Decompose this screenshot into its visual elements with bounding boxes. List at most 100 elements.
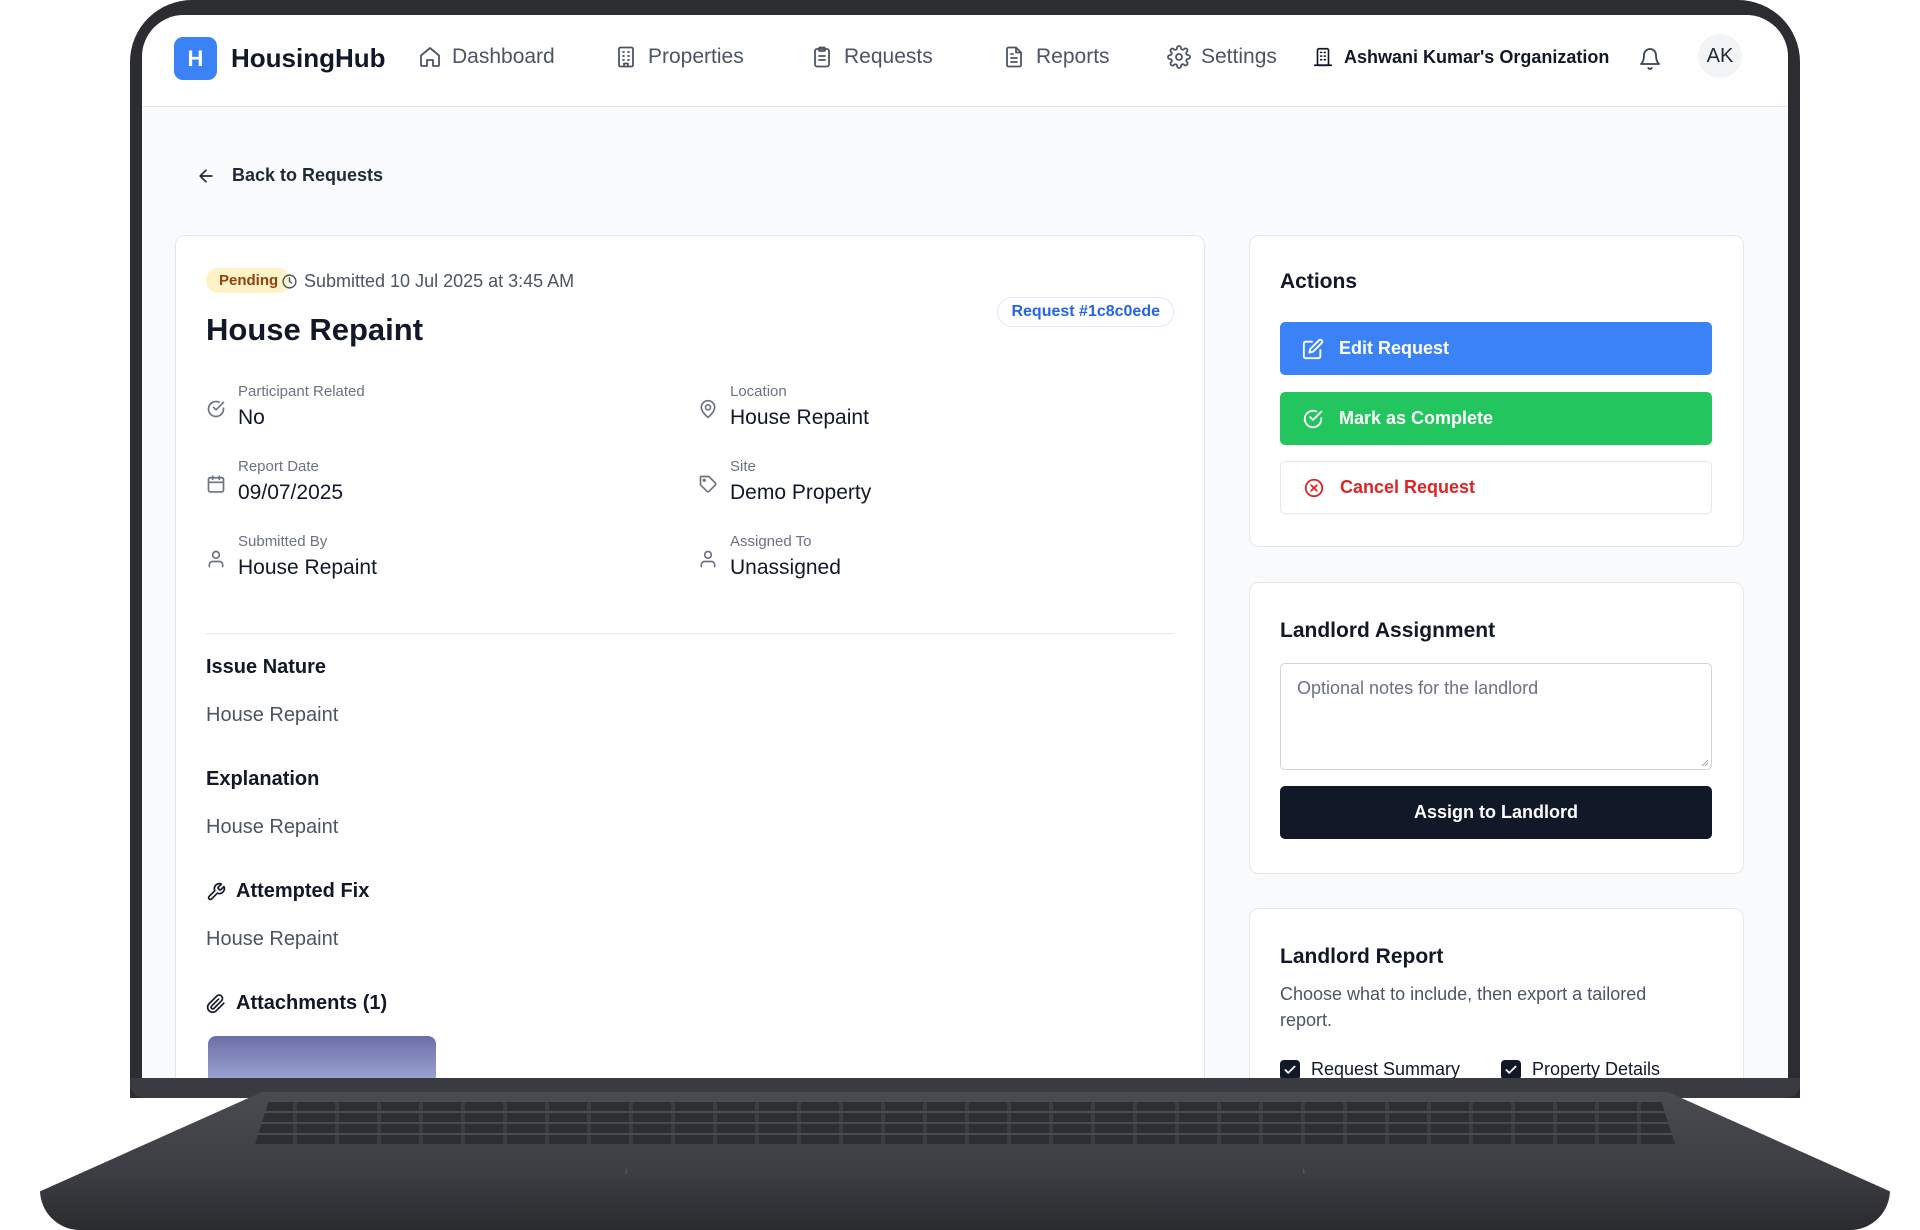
- landlord-report-title: Landlord Report: [1280, 945, 1444, 968]
- map-pin-icon: [700, 399, 716, 419]
- field-label: Participant Related: [238, 383, 365, 400]
- property-details-checkbox[interactable]: Property Details: [1501, 1059, 1660, 1078]
- field-label: Report Date: [238, 458, 319, 475]
- attempted-fix-text: House Repaint: [206, 928, 339, 950]
- cancel-request-button[interactable]: Cancel Request: [1280, 461, 1712, 514]
- brand[interactable]: H HousingHub: [174, 37, 386, 80]
- submitted-text: Submitted 10 Jul 2025 at 3:45 AM: [304, 271, 575, 291]
- check-icon: [1284, 1065, 1296, 1074]
- building-icon: [618, 46, 634, 68]
- landlord-notes-input[interactable]: [1280, 663, 1712, 770]
- landlord-report-description: Choose what to include, then export a ta…: [1280, 984, 1647, 1030]
- section-heading: Explanation: [206, 768, 320, 790]
- nav-requests[interactable]: Requests: [810, 45, 933, 69]
- field-value: House Repaint: [730, 406, 869, 429]
- submitted-info: Submitted 10 Jul 2025 at 3:45 AM: [281, 271, 574, 292]
- field-label: Assigned To: [730, 533, 812, 550]
- section-heading: Issue Nature: [206, 656, 327, 678]
- explanation-heading: Explanation: [206, 768, 319, 791]
- check-circle-icon: [1303, 409, 1323, 428]
- request-summary-checkbox[interactable]: Request Summary: [1280, 1059, 1460, 1078]
- field-label: Location: [730, 383, 787, 400]
- brand-logo: H: [174, 37, 217, 80]
- tag-icon: [699, 475, 717, 493]
- bell-icon[interactable]: [1638, 47, 1662, 71]
- request-id-badge: Request #1c8c0ede: [997, 297, 1174, 327]
- field-value: 09/07/2025: [238, 481, 344, 504]
- nav-settings-label: Settings: [1201, 45, 1277, 68]
- organization-name: Ashwani Kumar's Organization: [1344, 46, 1610, 67]
- assign-to-landlord-button[interactable]: Assign to Landlord: [1280, 786, 1712, 839]
- field-label: Submitted By: [238, 533, 328, 550]
- field-label: Site: [730, 458, 756, 475]
- checkbox-label: Property Details: [1532, 1059, 1661, 1078]
- calendar-icon: [207, 475, 225, 493]
- landlord-report-card: Landlord Report Choose what to include, …: [1249, 908, 1744, 1078]
- explanation-text: House Repaint: [206, 816, 339, 838]
- field-value: House Repaint: [238, 556, 377, 579]
- organization-switcher[interactable]: Ashwani Kumar's Organization: [1312, 46, 1609, 68]
- section-heading: Attachments (1): [236, 992, 388, 1014]
- resize-grip-icon[interactable]: [1699, 757, 1709, 767]
- gear-icon: [1167, 45, 1191, 69]
- cancel-request-label: Cancel Request: [1340, 477, 1476, 497]
- field-site: Site Demo Property: [698, 458, 871, 505]
- brand-name: HousingHub: [231, 43, 386, 73]
- field-assigned-to: Assigned To Unassigned: [698, 533, 841, 580]
- building-icon: [1313, 47, 1333, 67]
- user-icon: [700, 550, 716, 568]
- attachment-thumbnail[interactable]: [208, 1036, 436, 1078]
- nav-dashboard-label: Dashboard: [452, 45, 555, 68]
- nav-reports-label: Reports: [1036, 45, 1110, 68]
- laptop-trackpad: [625, 1146, 1305, 1174]
- nav-requests-label: Requests: [844, 45, 933, 68]
- avatar[interactable]: AK: [1698, 34, 1742, 78]
- user-icon: [208, 550, 224, 568]
- issue-nature-text: House Repaint: [206, 704, 339, 726]
- edit-icon: [1302, 338, 1324, 359]
- arrow-left-icon: [199, 168, 213, 183]
- paperclip-icon: [206, 993, 225, 1013]
- nav-reports[interactable]: Reports: [1002, 45, 1110, 69]
- top-navigation: H HousingHub Dashboard Properties Reques…: [142, 15, 1788, 107]
- section-heading: Attempted Fix: [236, 880, 370, 902]
- field-location: Location House Repaint: [698, 383, 869, 430]
- divider: [206, 633, 1174, 634]
- checkbox-checked[interactable]: [1501, 1059, 1521, 1078]
- checkbox-label: Request Summary: [1311, 1059, 1461, 1078]
- checkbox-checked[interactable]: [1280, 1059, 1300, 1078]
- status-badge: Pending: [206, 268, 292, 293]
- attachments-heading: Attachments (1): [206, 992, 387, 1015]
- field-value: No: [238, 406, 265, 429]
- check-icon: [1505, 1065, 1517, 1074]
- home-icon: [420, 47, 440, 67]
- wrench-icon: [207, 882, 226, 900]
- attempted-fix-heading: Attempted Fix: [206, 880, 369, 903]
- page-title: House Repaint: [206, 312, 424, 347]
- landlord-assignment-title: Landlord Assignment: [1280, 619, 1496, 642]
- field-submitted-by: Submitted By House Repaint: [206, 533, 377, 580]
- edit-request-label: Edit Request: [1339, 338, 1450, 358]
- field-report-date: Report Date 09/07/2025: [206, 458, 343, 505]
- field-value: Unassigned: [730, 556, 841, 579]
- actions-card: Actions Edit Request Mark as Complete Ca…: [1249, 235, 1744, 547]
- nav-dashboard[interactable]: Dashboard: [418, 45, 555, 69]
- nav-properties[interactable]: Properties: [614, 45, 744, 69]
- actions-title: Actions: [1280, 270, 1358, 293]
- document-icon: [1006, 46, 1022, 68]
- laptop-keyboard-rows: [255, 1100, 1675, 1144]
- app-screen: H HousingHub Dashboard Properties Reques…: [142, 15, 1788, 1078]
- request-detail-card: Pending Submitted 10 Jul 2025 at 3:45 AM…: [175, 235, 1205, 1078]
- x-circle-icon: [1304, 478, 1324, 497]
- landlord-assignment-card: Landlord Assignment Assign to Landlord: [1249, 582, 1744, 874]
- mark-complete-button[interactable]: Mark as Complete: [1280, 392, 1712, 445]
- back-label: Back to Requests: [232, 165, 384, 185]
- clipboard-icon: [814, 46, 830, 68]
- field-value: Demo Property: [730, 481, 872, 504]
- nav-properties-label: Properties: [648, 45, 744, 68]
- field-participant-related: Participant Related No: [206, 383, 365, 430]
- nav-settings[interactable]: Settings: [1167, 45, 1277, 69]
- edit-request-button[interactable]: Edit Request: [1280, 322, 1712, 375]
- mark-complete-label: Mark as Complete: [1339, 408, 1494, 428]
- back-to-requests-link[interactable]: Back to Requests: [196, 165, 383, 186]
